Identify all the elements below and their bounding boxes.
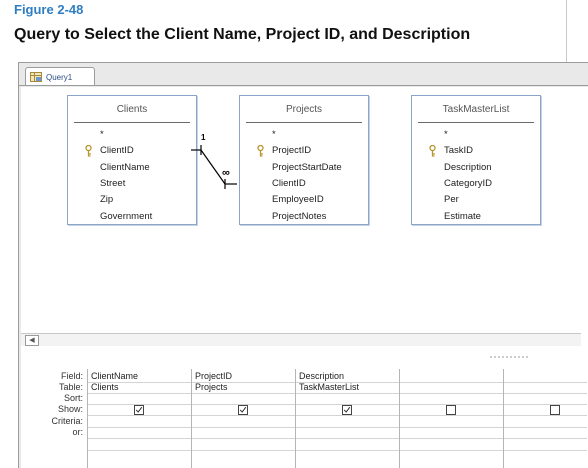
grid-cell-criteria[interactable] (191, 416, 293, 427)
show-checkbox[interactable] (550, 405, 560, 415)
grid-row-label-sort: Sort: (63, 393, 83, 403)
table-design-area: Clients * ClientID ClientName Street Zip Gover… (21, 87, 588, 367)
grid-row-label-or: or: (72, 427, 83, 437)
grid-cell-table[interactable]: TaskMasterList (295, 382, 397, 393)
relationship-lines (191, 145, 237, 189)
checkmark-icon (343, 406, 351, 413)
grid-row-divider (87, 450, 587, 451)
grid-cell-sort[interactable] (87, 393, 189, 404)
pane-splitter-handle[interactable] (489, 355, 539, 358)
show-checkbox[interactable] (446, 405, 456, 415)
tab-query1[interactable]: Query1 (25, 67, 95, 86)
grid-cell-or[interactable] (87, 427, 189, 438)
checkmark-icon (239, 406, 247, 413)
grid-cell-table[interactable]: Clients (87, 382, 189, 393)
grid-cell-sort[interactable] (399, 393, 501, 404)
figure-title: Query to Select the Client Name, Project… (14, 26, 471, 43)
grid-cell-field[interactable]: Description (295, 371, 397, 382)
show-checkbox[interactable] (238, 405, 248, 415)
grid-row-label-show: Show: (57, 404, 83, 414)
scroll-left-icon[interactable]: ◀ (25, 335, 39, 346)
tab-label: Query1 (46, 72, 73, 82)
grid-row-label-criteria: Criteria: (51, 416, 83, 426)
grid-cell-or[interactable] (191, 427, 293, 438)
horizontal-scrollbar[interactable]: ◀ (21, 333, 581, 346)
grid-cell-table[interactable]: Projects (191, 382, 293, 393)
grid-row-label-field: Field: (60, 371, 83, 381)
grid-cell-or[interactable] (503, 427, 588, 438)
grid-cell-field[interactable] (399, 371, 501, 382)
grid-cell-field[interactable]: ClientName (87, 371, 189, 382)
grid-cell-criteria[interactable] (503, 416, 588, 427)
query-design-grid: Field: Table: Sort: Show: Criteria: or: Client… (21, 363, 588, 468)
grid-row-label-table: Table: (58, 382, 83, 392)
show-checkbox[interactable] (342, 405, 352, 415)
grid-row-divider (87, 438, 587, 439)
grid-cell-sort[interactable] (191, 393, 293, 404)
tab-divider (19, 85, 588, 86)
grid-cell-table[interactable] (399, 382, 501, 393)
relationship-one-label: 1 (201, 133, 206, 142)
checkmark-icon (135, 406, 143, 413)
grid-cell-field[interactable] (503, 371, 588, 382)
query-window: Query1 Clients * ClientID ClientName Street Z… (18, 62, 588, 468)
grid-cell-criteria[interactable] (87, 416, 189, 427)
grid-cell-sort[interactable] (503, 393, 588, 404)
grid-cell-field[interactable]: ProjectID (191, 371, 293, 382)
grid-row-divider (87, 404, 587, 405)
query-icon (30, 72, 42, 82)
grid-cell-or[interactable] (399, 427, 501, 438)
show-checkbox[interactable] (134, 405, 144, 415)
grid-cell-or[interactable] (295, 427, 397, 438)
grid-cell-table[interactable] (503, 382, 588, 393)
grid-cell-sort[interactable] (295, 393, 397, 404)
grid-cell-criteria[interactable] (295, 416, 397, 427)
relationship-many-label: ∞ (222, 167, 230, 179)
grid-cell-criteria[interactable] (399, 416, 501, 427)
figure-label: Figure 2-48 (14, 2, 84, 17)
